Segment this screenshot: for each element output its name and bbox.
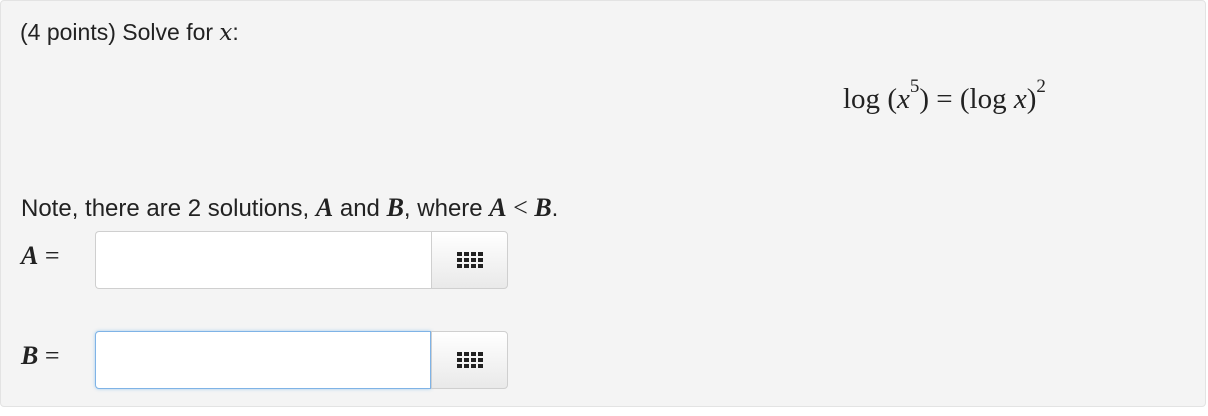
prompt-colon: :	[232, 19, 239, 45]
answer-b-label: B =	[21, 341, 60, 370]
answer-b-group	[95, 331, 508, 389]
question-prompt: (4 points) Solve for x:	[20, 19, 239, 46]
answer-a-keypad-button[interactable]	[431, 231, 508, 289]
answer-a-input[interactable]	[95, 231, 431, 289]
question-card: (4 points) Solve for x: log (x5) = (log …	[0, 0, 1206, 407]
answer-a-label: A =	[21, 241, 60, 270]
prompt-variable: x	[219, 20, 233, 46]
answer-a-group	[95, 231, 508, 289]
solutions-note: Note, there are 2 solutions, A and B, wh…	[21, 193, 559, 222]
answer-b-input[interactable]	[95, 331, 431, 389]
equation: log (x5) = (log x)2	[843, 76, 1046, 115]
answer-b-keypad-button[interactable]	[431, 331, 508, 389]
prompt-text: (4 points) Solve for	[20, 19, 220, 45]
keypad-grid-icon	[456, 352, 483, 368]
keypad-grid-icon	[456, 252, 483, 268]
